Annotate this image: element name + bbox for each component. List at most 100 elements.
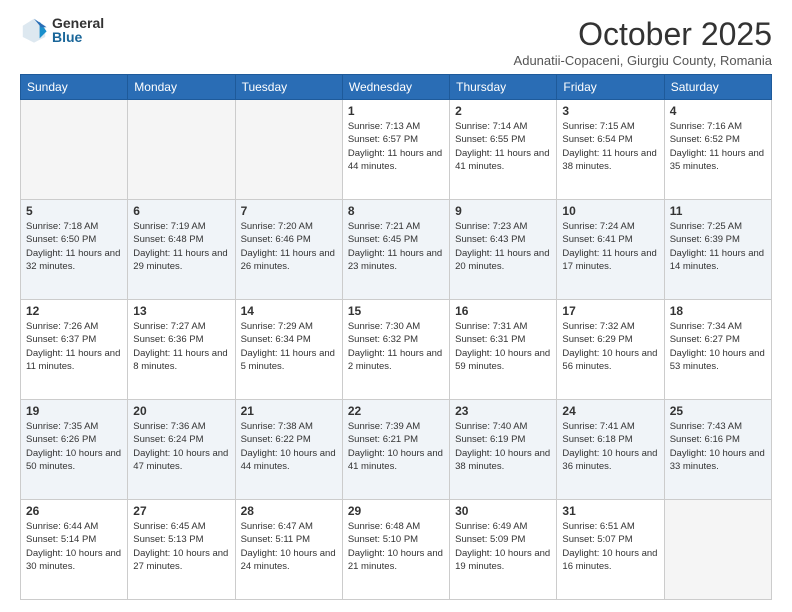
day-info: Sunrise: 7:40 AM Sunset: 6:19 PM Dayligh… [455,420,551,473]
title-section: October 2025 Adunatii-Copaceni, Giurgiu … [514,16,772,68]
day-number: 2 [455,104,551,118]
day-number: 20 [133,404,229,418]
day-info: Sunrise: 7:14 AM Sunset: 6:55 PM Dayligh… [455,120,551,173]
calendar-cell: 24 Sunrise: 7:41 AM Sunset: 6:18 PM Dayli… [557,400,664,500]
calendar-cell [664,500,771,600]
calendar-cell: 1 Sunrise: 7:13 AM Sunset: 6:57 PM Daylig… [342,100,449,200]
day-info: Sunrise: 6:44 AM Sunset: 5:14 PM Dayligh… [26,520,122,573]
day-number: 21 [241,404,337,418]
day-number: 6 [133,204,229,218]
calendar-cell: 14 Sunrise: 7:29 AM Sunset: 6:34 PM Dayli… [235,300,342,400]
logo-icon [20,16,48,44]
day-info: Sunrise: 7:26 AM Sunset: 6:37 PM Dayligh… [26,320,122,373]
day-info: Sunrise: 7:13 AM Sunset: 6:57 PM Dayligh… [348,120,444,173]
logo-blue: Blue [52,30,104,44]
calendar-cell: 17 Sunrise: 7:32 AM Sunset: 6:29 PM Dayli… [557,300,664,400]
day-number: 22 [348,404,444,418]
calendar-cell [21,100,128,200]
day-info: Sunrise: 7:31 AM Sunset: 6:31 PM Dayligh… [455,320,551,373]
calendar-cell [128,100,235,200]
day-info: Sunrise: 7:24 AM Sunset: 6:41 PM Dayligh… [562,220,658,273]
day-number: 12 [26,304,122,318]
calendar-cell: 30Sunrise: 6:49 AM Sunset: 5:09 PM Dayli… [450,500,557,600]
month-title: October 2025 [514,16,772,53]
calendar-cell: 10 Sunrise: 7:24 AM Sunset: 6:41 PM Dayli… [557,200,664,300]
calendar-cell: 27 Sunrise: 6:45 AM Sunset: 5:13 PM Dayli… [128,500,235,600]
day-info: Sunrise: 7:16 AM Sunset: 6:52 PM Dayligh… [670,120,766,173]
calendar-cell: 22 Sunrise: 7:39 AM Sunset: 6:21 PM Dayli… [342,400,449,500]
calendar-cell: 26 Sunrise: 6:44 AM Sunset: 5:14 PM Dayli… [21,500,128,600]
calendar-cell: 5Sunrise: 7:18 AM Sunset: 6:50 PM Daylig… [21,200,128,300]
day-number: 24 [562,404,658,418]
weekday-header: Saturday [664,75,771,100]
calendar-cell: 31Sunrise: 6:51 AM Sunset: 5:07 PM Dayli… [557,500,664,600]
calendar-week-row: 19Sunrise: 7:35 AM Sunset: 6:26 PM Dayli… [21,400,772,500]
calendar-cell: 23 Sunrise: 7:40 AM Sunset: 6:19 PM Dayli… [450,400,557,500]
calendar-week-row: 1 Sunrise: 7:13 AM Sunset: 6:57 PM Daylig… [21,100,772,200]
day-info: Sunrise: 6:49 AM Sunset: 5:09 PM Dayligh… [455,520,551,573]
day-number: 29 [348,504,444,518]
day-number: 23 [455,404,551,418]
day-info: Sunrise: 7:20 AM Sunset: 6:46 PM Dayligh… [241,220,337,273]
logo-text: General Blue [52,16,104,44]
day-info: Sunrise: 7:32 AM Sunset: 6:29 PM Dayligh… [562,320,658,373]
day-info: Sunrise: 6:47 AM Sunset: 5:11 PM Dayligh… [241,520,337,573]
day-number: 27 [133,504,229,518]
day-number: 4 [670,104,766,118]
day-number: 14 [241,304,337,318]
day-info: Sunrise: 7:43 AM Sunset: 6:16 PM Dayligh… [670,420,766,473]
day-number: 8 [348,204,444,218]
calendar-cell: 7 Sunrise: 7:20 AM Sunset: 6:46 PM Daylig… [235,200,342,300]
weekday-header: Wednesday [342,75,449,100]
day-info: Sunrise: 7:18 AM Sunset: 6:50 PM Dayligh… [26,220,122,273]
calendar-cell: 28Sunrise: 6:47 AM Sunset: 5:11 PM Dayli… [235,500,342,600]
day-info: Sunrise: 7:15 AM Sunset: 6:54 PM Dayligh… [562,120,658,173]
day-number: 16 [455,304,551,318]
calendar-cell: 13 Sunrise: 7:27 AM Sunset: 6:36 PM Dayli… [128,300,235,400]
day-info: Sunrise: 6:48 AM Sunset: 5:10 PM Dayligh… [348,520,444,573]
day-info: Sunrise: 7:39 AM Sunset: 6:21 PM Dayligh… [348,420,444,473]
calendar-cell: 4 Sunrise: 7:16 AM Sunset: 6:52 PM Daylig… [664,100,771,200]
day-info: Sunrise: 7:27 AM Sunset: 6:36 PM Dayligh… [133,320,229,373]
day-number: 17 [562,304,658,318]
weekday-header-row: SundayMondayTuesdayWednesdayThursdayFrid… [21,75,772,100]
day-info: Sunrise: 6:45 AM Sunset: 5:13 PM Dayligh… [133,520,229,573]
day-number: 9 [455,204,551,218]
calendar-cell: 11 Sunrise: 7:25 AM Sunset: 6:39 PM Dayli… [664,200,771,300]
weekday-header: Thursday [450,75,557,100]
subtitle: Adunatii-Copaceni, Giurgiu County, Roman… [514,53,772,68]
header: General Blue October 2025 Adunatii-Copac… [20,16,772,68]
day-number: 19 [26,404,122,418]
day-number: 11 [670,204,766,218]
calendar-cell: 25 Sunrise: 7:43 AM Sunset: 6:16 PM Dayli… [664,400,771,500]
calendar-cell: 29 Sunrise: 6:48 AM Sunset: 5:10 PM Dayli… [342,500,449,600]
day-info: Sunrise: 7:38 AM Sunset: 6:22 PM Dayligh… [241,420,337,473]
calendar-cell: 21 Sunrise: 7:38 AM Sunset: 6:22 PM Dayli… [235,400,342,500]
day-number: 10 [562,204,658,218]
day-info: Sunrise: 7:29 AM Sunset: 6:34 PM Dayligh… [241,320,337,373]
day-info: Sunrise: 6:51 AM Sunset: 5:07 PM Dayligh… [562,520,658,573]
day-info: Sunrise: 7:23 AM Sunset: 6:43 PM Dayligh… [455,220,551,273]
calendar-cell: 12 Sunrise: 7:26 AM Sunset: 6:37 PM Dayli… [21,300,128,400]
day-info: Sunrise: 7:21 AM Sunset: 6:45 PM Dayligh… [348,220,444,273]
calendar-cell [235,100,342,200]
day-info: Sunrise: 7:34 AM Sunset: 6:27 PM Dayligh… [670,320,766,373]
weekday-header: Sunday [21,75,128,100]
day-info: Sunrise: 7:36 AM Sunset: 6:24 PM Dayligh… [133,420,229,473]
calendar-cell: 8 Sunrise: 7:21 AM Sunset: 6:45 PM Daylig… [342,200,449,300]
calendar-cell: 2 Sunrise: 7:14 AM Sunset: 6:55 PM Daylig… [450,100,557,200]
day-number: 1 [348,104,444,118]
calendar-table: SundayMondayTuesdayWednesdayThursdayFrid… [20,74,772,600]
day-info: Sunrise: 7:41 AM Sunset: 6:18 PM Dayligh… [562,420,658,473]
day-number: 25 [670,404,766,418]
day-info: Sunrise: 7:19 AM Sunset: 6:48 PM Dayligh… [133,220,229,273]
calendar-week-row: 5Sunrise: 7:18 AM Sunset: 6:50 PM Daylig… [21,200,772,300]
day-number: 13 [133,304,229,318]
day-number: 26 [26,504,122,518]
calendar-cell: 20 Sunrise: 7:36 AM Sunset: 6:24 PM Dayli… [128,400,235,500]
day-number: 3 [562,104,658,118]
day-number: 7 [241,204,337,218]
day-info: Sunrise: 7:25 AM Sunset: 6:39 PM Dayligh… [670,220,766,273]
calendar-week-row: 26 Sunrise: 6:44 AM Sunset: 5:14 PM Dayli… [21,500,772,600]
calendar-week-row: 12 Sunrise: 7:26 AM Sunset: 6:37 PM Dayli… [21,300,772,400]
